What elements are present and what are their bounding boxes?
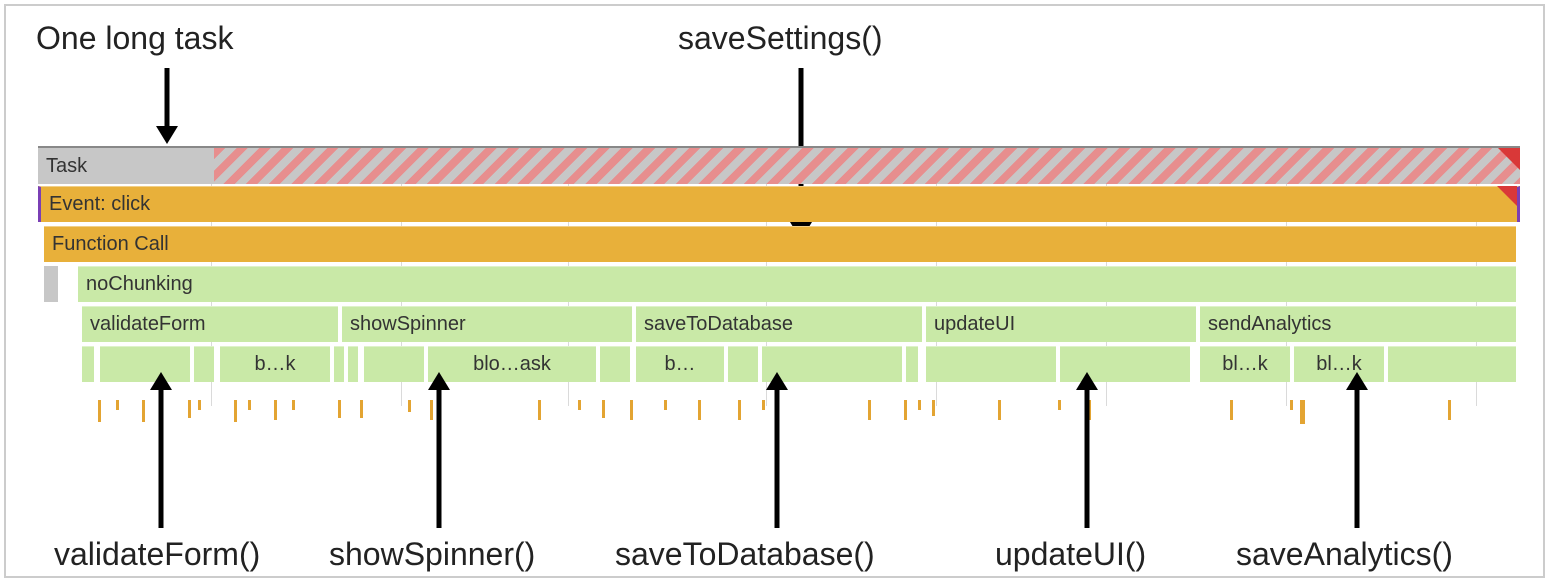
event-label: Event: click [49, 193, 150, 216]
task-bar-long [214, 148, 1520, 184]
task-row: Task [38, 146, 1520, 182]
tick [664, 400, 667, 410]
micro-label: b… [664, 353, 695, 376]
tick [234, 400, 237, 422]
tick [630, 400, 633, 420]
tick [998, 400, 1001, 420]
micro-bar [1388, 346, 1516, 382]
annotation-savetodatabase: saveToDatabase() [615, 536, 875, 573]
tick [360, 400, 363, 418]
tick [188, 400, 191, 418]
diagram-frame: One long task saveSettings() Task Event:… [4, 4, 1545, 578]
function-call-bar: Function Call [44, 226, 1516, 262]
tick [1290, 400, 1293, 410]
arrow-up-icon [1342, 370, 1372, 535]
tick [338, 400, 341, 418]
tick [142, 400, 145, 422]
micro-bar [364, 346, 424, 382]
task-bar-initial: Task [38, 148, 214, 184]
annotation-showspinner: showSpinner() [329, 536, 535, 573]
micro-bar-b: b… [636, 346, 724, 382]
flame-graph: Task Event: click Function Call noChunki… [38, 146, 1520, 386]
warning-triangle-icon [1498, 148, 1520, 170]
children-row: validateForm showSpinner saveToDatabase … [38, 306, 1520, 342]
function-call-label: Function Call [52, 233, 169, 256]
tick [1300, 400, 1305, 424]
tick [408, 400, 411, 412]
tick [1230, 400, 1233, 420]
annotation-updateui: updateUI() [995, 536, 1146, 573]
micro-bar [82, 346, 94, 382]
annotation-validateform: validateForm() [54, 536, 260, 573]
arrow-up-icon [762, 370, 792, 535]
tick [932, 400, 935, 416]
tiny-gray-bar [44, 266, 58, 302]
event-click-bar: Event: click [38, 186, 1520, 222]
arrow-up-icon [424, 370, 454, 535]
task-label: Task [46, 155, 87, 178]
showspinner-bar: showSpinner [342, 306, 632, 342]
micro-bar [600, 346, 630, 382]
updateui-label: updateUI [934, 313, 1015, 336]
micro-label: b…k [254, 353, 295, 376]
function-call-row: Function Call [38, 226, 1520, 262]
micro-bar [906, 346, 918, 382]
tick [292, 400, 295, 410]
tick [1058, 400, 1061, 410]
tick [1448, 400, 1451, 420]
arrow-up-icon [146, 370, 176, 535]
annotation-one-long-task: One long task [36, 20, 233, 57]
validateform-bar: validateForm [82, 306, 338, 342]
tick [198, 400, 201, 410]
annotation-saveanalytics: saveAnalytics() [1236, 536, 1453, 573]
tick [602, 400, 605, 418]
micro-bar [194, 346, 214, 382]
nochunking-bar: noChunking [78, 266, 1516, 302]
tick [274, 400, 277, 420]
micro-bar [926, 346, 1056, 382]
annotation-save-settings: saveSettings() [678, 20, 883, 57]
tick [738, 400, 741, 420]
tick [918, 400, 921, 410]
updateui-bar: updateUI [926, 306, 1196, 342]
savetodatabase-bar: saveToDatabase [636, 306, 922, 342]
tick [98, 400, 101, 422]
tick [248, 400, 251, 410]
arrow-down-icon [152, 64, 182, 146]
tick [868, 400, 871, 420]
validateform-label: validateForm [90, 313, 206, 336]
micro-label: blo…ask [473, 353, 551, 376]
tick [116, 400, 119, 410]
micro-bar [728, 346, 758, 382]
warning-triangle-icon [1497, 186, 1517, 206]
micro-bar-blk: bl…k [1200, 346, 1290, 382]
event-row: Event: click [38, 186, 1520, 222]
tick [538, 400, 541, 420]
nochunking-label: noChunking [86, 273, 193, 296]
micro-bar [334, 346, 344, 382]
tick [578, 400, 581, 410]
micro-bar-bk: b…k [220, 346, 330, 382]
sendanalytics-bar: sendAnalytics [1200, 306, 1516, 342]
micro-label: bl…k [1222, 353, 1268, 376]
showspinner-label: showSpinner [350, 313, 466, 336]
sendanalytics-label: sendAnalytics [1208, 313, 1331, 336]
tick [904, 400, 907, 420]
savetodatabase-label: saveToDatabase [644, 313, 793, 336]
tick [698, 400, 701, 420]
micro-bar [100, 346, 190, 382]
arrow-up-icon [1072, 370, 1102, 535]
micro-bar [348, 346, 358, 382]
nochunking-row: noChunking [38, 266, 1520, 302]
